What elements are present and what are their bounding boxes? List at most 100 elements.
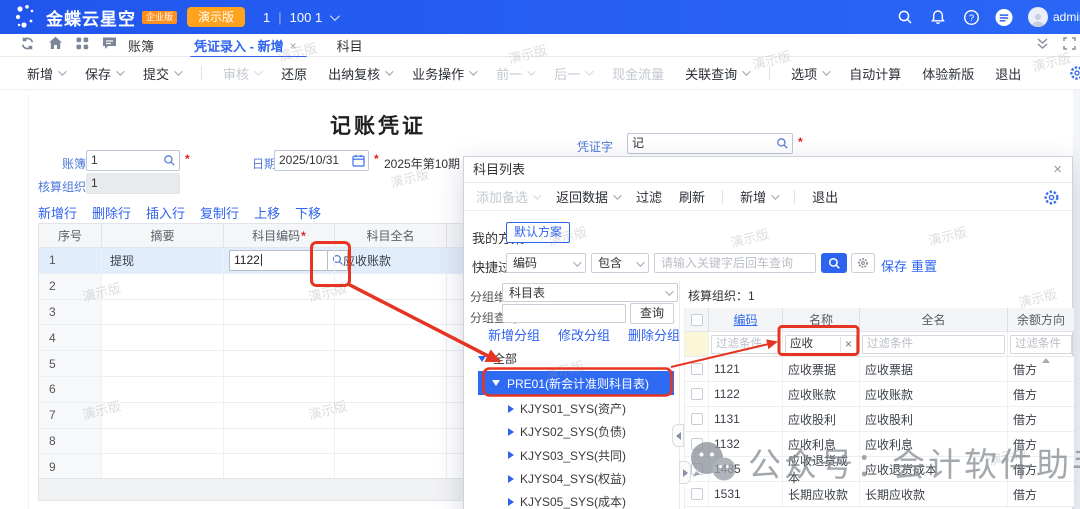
row-checkbox[interactable] (685, 432, 708, 456)
tree-child-node[interactable]: KJYS01_SYS(资产) (508, 397, 626, 420)
move-up-link[interactable]: 上移 (254, 203, 280, 222)
account-code-cell[interactable] (223, 351, 334, 376)
reset-filter-link[interactable]: 重置 (911, 256, 937, 275)
ledger-field[interactable]: 1 (86, 150, 180, 171)
toolbar-new-button[interactable]: 新增 (27, 64, 64, 83)
code-filter-input[interactable]: 过滤条件 (711, 335, 780, 354)
account-name-cell[interactable] (334, 377, 446, 402)
collapse-left-handle[interactable] (672, 424, 684, 447)
org-account-switcher[interactable]: 1 | 100 1 (263, 10, 337, 25)
name-filter-input[interactable]: 应收 × (785, 335, 857, 354)
tree-root-node[interactable]: 全部 (478, 350, 517, 367)
tree-selected-node[interactable]: PRE01(新会计准则科目表) (478, 371, 674, 395)
toolbar-business-ops-button[interactable]: 业务操作 (412, 64, 475, 83)
group-dimension-select[interactable]: 科目表 (502, 283, 678, 302)
group-search-button[interactable]: 查询 (630, 303, 674, 324)
dialog-toolbar-refresh-button[interactable]: 刷新 (679, 187, 705, 206)
account-code[interactable]: 1122 (708, 382, 782, 406)
collapse-tabs-icon[interactable] (1036, 37, 1049, 55)
account-name-cell[interactable] (334, 351, 446, 376)
account-code-cell[interactable] (223, 300, 334, 325)
search-icon[interactable] (896, 8, 914, 26)
dialog-toolbar-exit-button[interactable]: 退出 (812, 187, 838, 206)
col-header-code[interactable]: 编码 (708, 308, 782, 331)
help-icon[interactable]: ? (962, 8, 980, 26)
notification-bell-icon[interactable] (929, 8, 947, 26)
filter-field-select[interactable]: 编码 (506, 253, 586, 273)
tree-collapse-icon[interactable] (508, 451, 514, 459)
toolbar-submit-button[interactable]: 提交 (143, 64, 180, 83)
tree-collapse-icon[interactable] (508, 498, 514, 506)
toolbar-settings-gear-icon[interactable] (1069, 65, 1080, 81)
account-row[interactable]: 1531长期应收款长期应收款借方 (685, 482, 1074, 507)
account-code-input[interactable]: 1122 (229, 250, 328, 271)
lookup-icon[interactable] (163, 154, 176, 173)
toolbar-try-new-version-button[interactable]: 体验新版 (922, 64, 974, 83)
tab-ledger-book[interactable]: 账簿 (128, 36, 154, 55)
tree-collapse-icon[interactable] (508, 475, 514, 483)
account-code[interactable]: 1485 (708, 457, 782, 481)
filter-settings-button[interactable] (851, 253, 875, 273)
account-code-editor[interactable]: 1122 (229, 250, 348, 271)
dialog-toolbar-return-data-button[interactable]: 返回数据 (556, 187, 619, 206)
account-code[interactable]: 1531 (708, 482, 782, 506)
tree-expand-icon[interactable] (478, 356, 486, 362)
keyword-input[interactable]: 请输入关键字后回车查询 (654, 253, 816, 273)
grid-row[interactable]: 3 (39, 300, 467, 326)
toolbar-cashier-review-button[interactable]: 出纳复核 (328, 64, 391, 83)
lookup-icon[interactable] (776, 137, 789, 156)
clear-filter-icon[interactable]: × (840, 337, 852, 352)
account-name-cell[interactable] (334, 454, 446, 479)
default-scheme-button[interactable]: 默认方案 (506, 222, 570, 243)
demo-version-badge[interactable]: 演示版 (187, 7, 245, 27)
account-name-cell[interactable] (334, 274, 446, 299)
row-checkbox[interactable] (685, 482, 708, 506)
summary-cell[interactable] (101, 274, 223, 299)
add-row-link[interactable]: 新增行 (38, 203, 77, 222)
account-row[interactable]: 1485应收退货成本应收退货成本借方 (685, 457, 1074, 482)
close-tab-icon[interactable]: × (290, 39, 297, 53)
tree-child-node[interactable]: KJYS05_SYS(成本) (508, 490, 626, 509)
grid-row[interactable]: 1提现1122应收账款 (39, 248, 467, 274)
close-icon[interactable]: × (1053, 161, 1062, 179)
apps-grid-icon[interactable] (76, 37, 89, 55)
col-header-direction[interactable]: 余额方向 (1007, 308, 1074, 331)
tab-voucher-entry-new[interactable]: 凭证录入 - 新增× (194, 36, 297, 55)
summary-cell[interactable] (101, 377, 223, 402)
account-row[interactable]: 1121应收票据应收票据借方 (685, 357, 1074, 382)
summary-cell[interactable] (101, 454, 223, 479)
collapse-right-handle[interactable] (679, 461, 691, 484)
account-name-cell[interactable] (334, 429, 446, 454)
tree-child-node[interactable]: KJYS04_SYS(权益) (508, 467, 626, 490)
tree-collapse-icon[interactable] (508, 405, 514, 413)
account-code[interactable]: 1131 (708, 407, 782, 431)
tree-child-node[interactable]: KJYS03_SYS(共同) (508, 444, 626, 467)
fullname-filter-input[interactable]: 过滤条件 (862, 335, 1005, 354)
scroll-up-icon[interactable] (1042, 358, 1050, 363)
direction-filter-input[interactable]: 过滤条件 (1010, 335, 1072, 354)
account-code-cell[interactable] (223, 429, 334, 454)
toolbar-exit-button[interactable]: 退出 (995, 64, 1021, 83)
home-icon[interactable] (48, 36, 63, 55)
account-code[interactable]: 1132 (708, 432, 782, 456)
toolbar-related-query-button[interactable]: 关联查询 (685, 64, 748, 83)
account-code-cell[interactable] (223, 403, 334, 428)
summary-cell[interactable]: 提现 (101, 248, 223, 273)
grid-row[interactable]: 2 (39, 274, 467, 300)
dialog-toolbar-filter-button[interactable]: 过滤 (636, 187, 662, 206)
summary-cell[interactable] (101, 403, 223, 428)
grid-row[interactable]: 5 (39, 351, 467, 377)
grid-row[interactable]: 9 (39, 454, 467, 480)
group-search-input[interactable] (502, 304, 626, 323)
delete-row-link[interactable]: 删除行 (92, 203, 131, 222)
account-name-cell[interactable]: 应收账款 (334, 248, 446, 273)
account-code-cell[interactable] (223, 454, 334, 479)
expand-window-icon[interactable] (1063, 37, 1076, 55)
dialog-settings-gear-icon[interactable] (1043, 189, 1060, 206)
insert-row-link[interactable]: 插入行 (146, 203, 185, 222)
edit-group-link[interactable]: 修改分组 (558, 325, 610, 344)
tree-child-node[interactable]: KJYS02_SYS(负债) (508, 420, 626, 443)
menu-circle-icon[interactable] (995, 8, 1013, 26)
account-row[interactable]: 1132应收利息应收利息借方 (685, 432, 1074, 457)
summary-cell[interactable] (101, 300, 223, 325)
